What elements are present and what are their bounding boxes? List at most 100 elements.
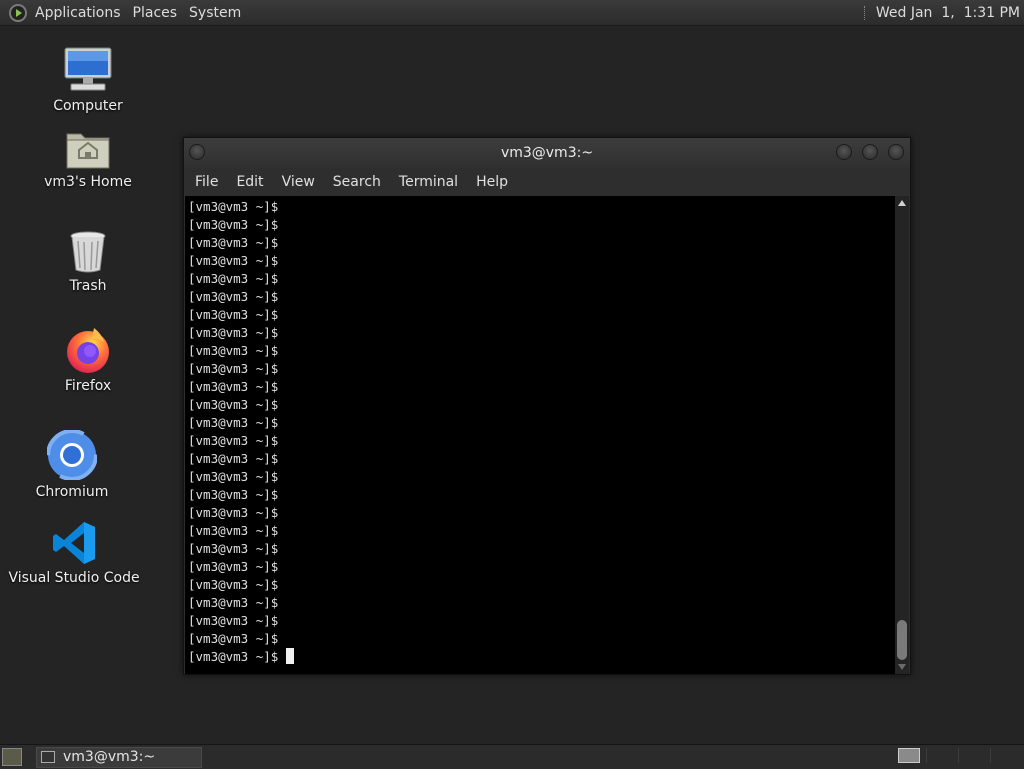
top-panel: Applications Places System Wed Jan 1, 1:… [0,0,1024,26]
terminal-prompt-line: [vm3@vm3 ~]$ [188,324,897,342]
prompt-text: [vm3@vm3 ~]$ [188,397,279,412]
menu-search[interactable]: Search [324,174,390,190]
desktop-icon-label: Firefox [64,378,112,394]
prompt-text: [vm3@vm3 ~]$ [188,361,279,376]
terminal-prompt-line: [vm3@vm3 ~]$ [188,540,897,558]
menu-edit[interactable]: Edit [227,174,272,190]
prompt-text: [vm3@vm3 ~]$ [188,559,279,574]
prompt-text: [vm3@vm3 ~]$ [188,487,279,502]
terminal-prompt-line: [vm3@vm3 ~]$ [188,198,897,216]
desktop-icon-vscode[interactable]: Visual Studio Code [8,520,140,586]
terminal-prompt-line: [vm3@vm3 ~]$ [188,576,897,594]
terminal-prompt-line: [vm3@vm3 ~]$ [188,432,897,450]
prompt-text: [vm3@vm3 ~]$ [188,235,279,250]
terminal-prompt-line: [vm3@vm3 ~]$ [188,360,897,378]
prompt-text: [vm3@vm3 ~]$ [188,505,279,520]
prompt-text: [vm3@vm3 ~]$ [188,325,279,340]
workspace-1[interactable] [898,748,920,763]
prompt-text: [vm3@vm3 ~]$ [188,253,279,268]
prompt-text: [vm3@vm3 ~]$ [188,199,279,214]
prompt-text: [vm3@vm3 ~]$ [188,649,279,664]
computer-icon [64,47,112,91]
menu-system[interactable]: System [185,5,249,21]
trash-icon [70,231,106,273]
menu-help[interactable]: Help [467,174,517,190]
terminal-prompt-line: [vm3@vm3 ~]$ [188,522,897,540]
workspace-3[interactable] [958,748,980,763]
distro-logo-icon[interactable] [9,3,27,22]
menu-view[interactable]: View [273,174,324,190]
maximize-button[interactable] [862,144,878,160]
desktop-icon-label: Chromium [35,484,109,500]
prompt-text: [vm3@vm3 ~]$ [188,289,279,304]
prompt-text: [vm3@vm3 ~]$ [188,631,279,646]
terminal-window[interactable]: vm3@vm3:~ File Edit View Search Terminal… [183,137,911,675]
window-menu-icon[interactable] [189,144,205,160]
prompt-text: [vm3@vm3 ~]$ [188,595,279,610]
terminal-prompt-line: [vm3@vm3 ~]$ [188,468,897,486]
clock[interactable]: Wed Jan 1, 1:31 PM [876,5,1024,21]
terminal-output[interactable]: [vm3@vm3 ~]$ [vm3@vm3 ~]$ [vm3@vm3 ~]$ [vm3… [185,196,897,674]
prompt-text: [vm3@vm3 ~]$ [188,217,279,232]
desktop-icon-trash[interactable]: Trash [48,230,128,294]
terminal-prompt-line: [vm3@vm3 ~]$ [188,594,897,612]
chromium-icon [47,430,97,480]
desktop-icon-label: vm3's Home [44,174,132,190]
terminal-prompt-line: [vm3@vm3 ~]$ [188,504,897,522]
top-panel-right: Wed Jan 1, 1:31 PM [863,5,1024,21]
terminal-small-icon [41,751,55,763]
terminal-prompt-line: [vm3@vm3 ~]$ [188,612,897,630]
terminal-prompt-line: [vm3@vm3 ~]$ [188,396,897,414]
home-folder-icon [66,133,110,169]
desktop-icon-label: Trash [69,278,107,294]
firefox-icon [67,328,109,373]
terminal-lines: [vm3@vm3 ~]$ [vm3@vm3 ~]$ [vm3@vm3 ~]$ [vm3… [185,196,897,666]
scroll-down-arrow-icon[interactable] [898,664,906,670]
panel-separator [863,5,868,20]
window-title: vm3@vm3:~ [500,145,594,161]
show-desktop-icon[interactable] [2,748,22,766]
desktop-icon-label: Computer [53,98,123,114]
desktop-icon-chromium[interactable]: Chromium [32,430,112,500]
desktop-icon-home[interactable]: vm3's Home [38,128,138,190]
menu-file[interactable]: File [186,174,227,190]
desktop-icon-label: Visual Studio Code [8,570,140,586]
terminal-prompt-line: [vm3@vm3 ~]$ [188,216,897,234]
terminal-prompt-line: [vm3@vm3 ~]$ [188,270,897,288]
terminal-prompt-line: [vm3@vm3 ~]$ [188,288,897,306]
taskbar-window-button[interactable]: vm3@vm3:~ [36,746,202,768]
desktop-icon-computer[interactable]: Computer [48,44,128,114]
minimize-button[interactable] [836,144,852,160]
terminal-prompt-line: [vm3@vm3 ~]$ [188,342,897,360]
terminal-prompt-line: [vm3@vm3 ~]$ [188,252,897,270]
terminal-scrollbar[interactable] [895,196,909,674]
terminal-prompt-line: [vm3@vm3 ~]$ [188,486,897,504]
terminal-prompt-line: [vm3@vm3 ~]$ [188,414,897,432]
terminal-prompt-line: [vm3@vm3 ~]$ [188,558,897,576]
prompt-text: [vm3@vm3 ~]$ [188,379,279,394]
menu-terminal[interactable]: Terminal [390,174,467,190]
terminal-prompt-line: [vm3@vm3 ~]$ [188,378,897,396]
scroll-up-arrow-icon[interactable] [898,200,906,206]
terminal-prompt-line: [vm3@vm3 ~]$ [188,450,897,468]
prompt-text: [vm3@vm3 ~]$ [188,343,279,358]
workspace-4[interactable] [990,748,1012,763]
menu-applications[interactable]: Applications [31,5,129,21]
text-cursor [286,648,295,664]
prompt-text: [vm3@vm3 ~]$ [188,469,279,484]
prompt-text: [vm3@vm3 ~]$ [188,541,279,556]
window-titlebar[interactable]: vm3@vm3:~ [184,138,910,168]
prompt-text: [vm3@vm3 ~]$ [188,307,279,322]
bottom-panel: vm3@vm3:~ [0,744,1024,769]
prompt-text: [vm3@vm3 ~]$ [188,451,279,466]
vscode-icon [53,522,95,564]
terminal-prompt-line: [vm3@vm3 ~]$ [188,306,897,324]
menu-places[interactable]: Places [129,5,186,21]
scrollbar-thumb[interactable] [897,620,907,660]
workspace-2[interactable] [926,748,948,763]
taskbar-window-label: vm3@vm3:~ [63,749,156,765]
desktop-icon-firefox[interactable]: Firefox [48,326,128,394]
prompt-text: [vm3@vm3 ~]$ [188,415,279,430]
prompt-text: [vm3@vm3 ~]$ [188,577,279,592]
close-button[interactable] [888,144,904,160]
